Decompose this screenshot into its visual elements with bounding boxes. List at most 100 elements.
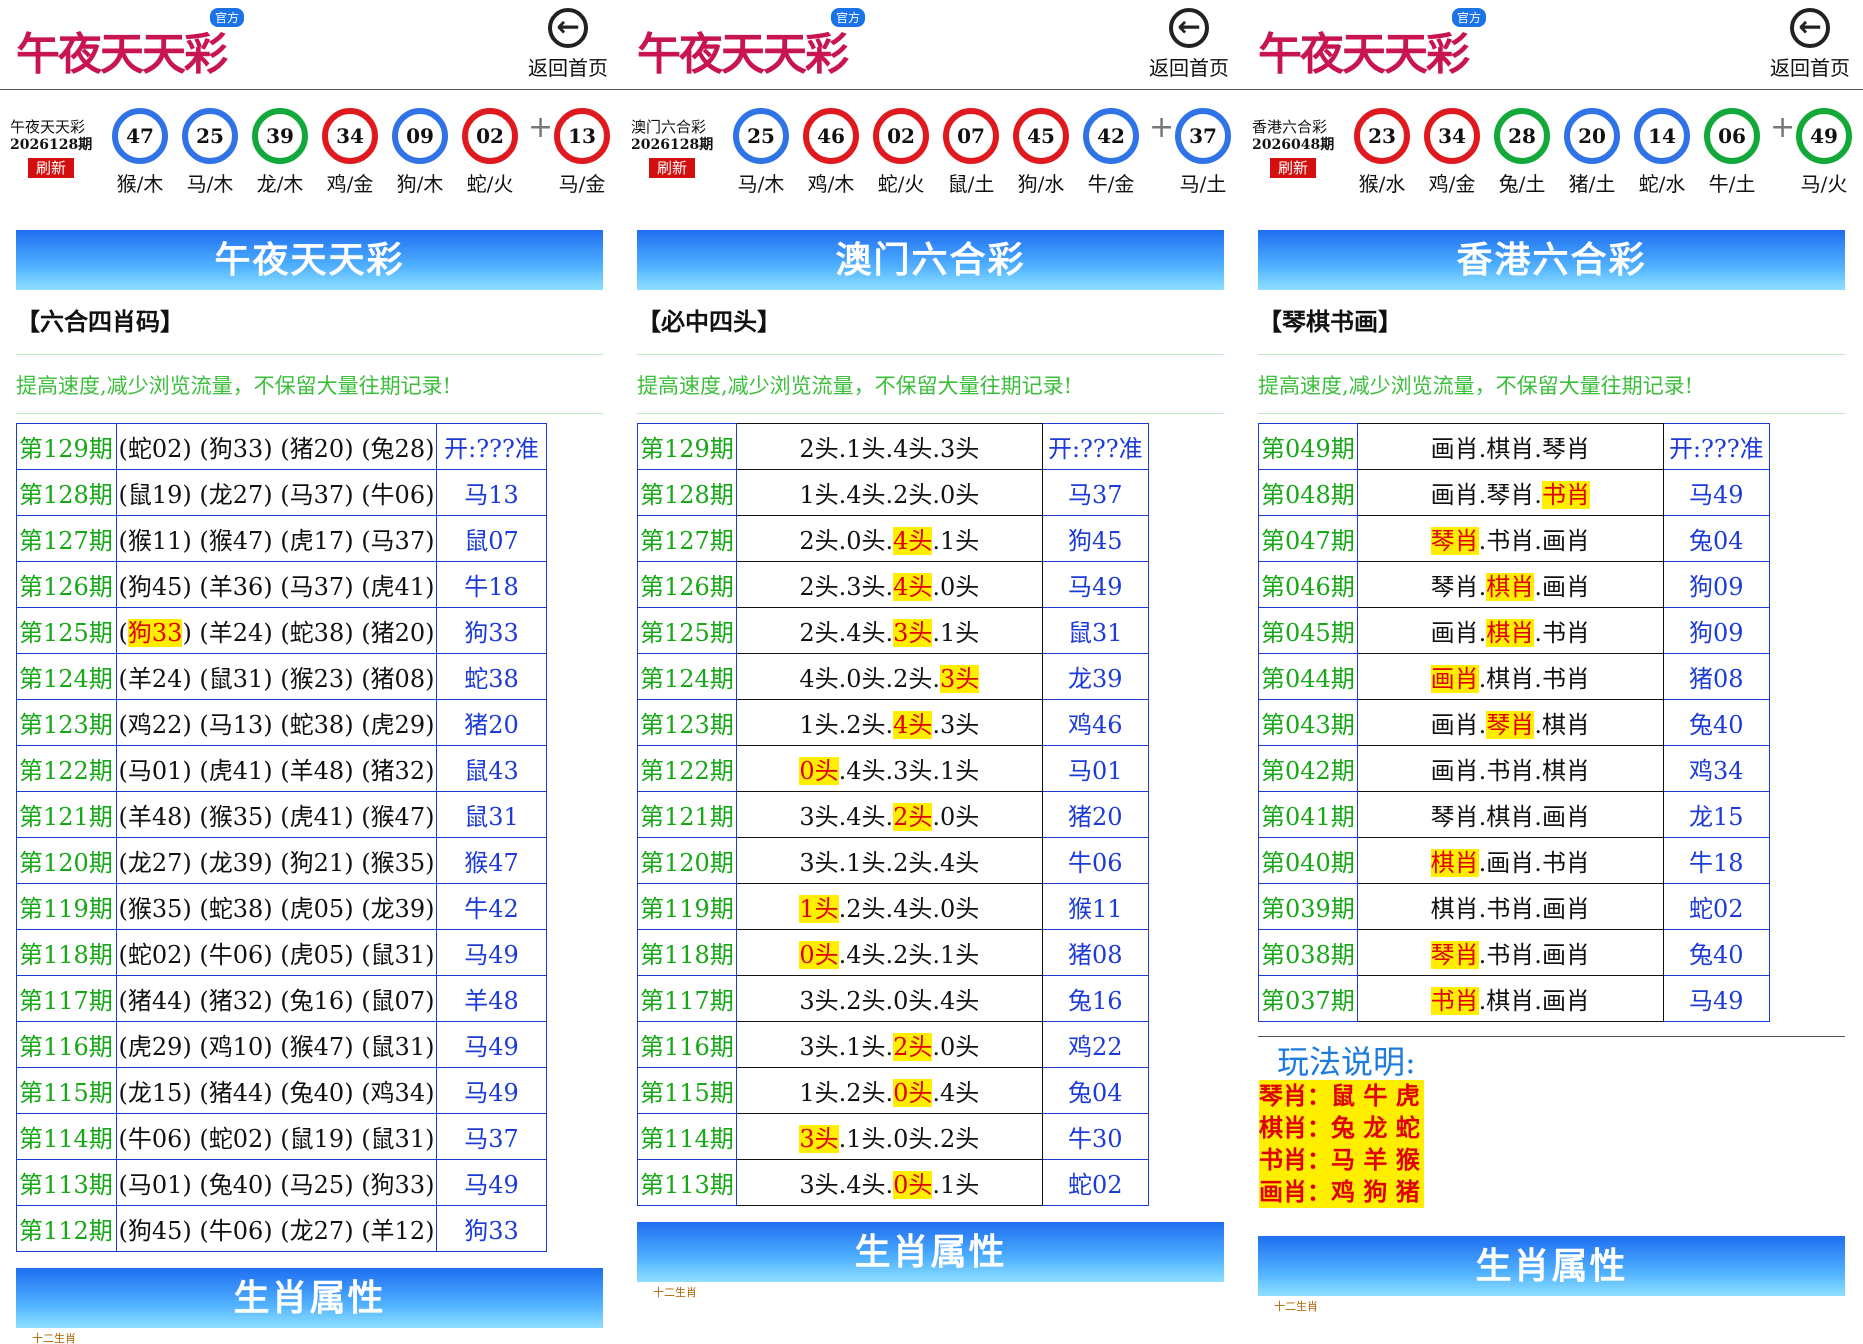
result-cell: 兔04 <box>1662 515 1770 562</box>
pred-part: (猪44) (猪32) (兔16) (鼠07) <box>118 987 435 1015</box>
table-row: 第123期 (鸡22) (马13) (蛇38) (虎29) 猪20 <box>16 699 547 746</box>
period-cell: 第117期 <box>16 975 117 1022</box>
table-row: 第046期 琴肖.棋肖.画肖 狗09 <box>1258 561 1770 608</box>
result-cell: 猪08 <box>1041 929 1149 976</box>
period-cell: 第122期 <box>637 745 737 792</box>
pred-part: 4头. <box>846 619 894 647</box>
table-row: 第113期 3头.4头.0头.1头 蛇02 <box>637 1159 1149 1206</box>
pred-part: 2头. <box>799 619 847 647</box>
pred-part: 4头. <box>846 1171 894 1199</box>
period-cell: 第118期 <box>16 929 117 976</box>
pred-part: .0头 <box>932 573 980 601</box>
section-title: 澳门六合彩 <box>637 230 1224 290</box>
ball-number: 02 <box>873 108 929 164</box>
prediction-cell: 画肖.琴肖.棋肖 <box>1356 699 1664 746</box>
pred-part: 3头 <box>940 435 980 463</box>
lottery-ball: 39 龙/木 <box>252 108 308 197</box>
back-home-button[interactable]: ← 返回首页 <box>1765 8 1855 81</box>
prediction-cell: 3头.4头.2头.0头 <box>735 791 1043 838</box>
pred-part: (虎29) (鸡10) (猴47) (鼠31) <box>118 1033 435 1061</box>
hit-highlight: 棋肖 <box>1486 619 1535 647</box>
result-cell: 猴47 <box>436 837 547 884</box>
ball-zodiac: 鼠/土 <box>947 172 995 196</box>
prediction-table: 第129期 2头.1头.4头.3头 开:???准 第128期 1头.4头.2头.0头 马3… <box>637 423 1149 1206</box>
ball-number: 20 <box>1564 108 1620 164</box>
ball-zodiac: 龙/木 <box>256 172 304 196</box>
ball-number: 28 <box>1494 108 1550 164</box>
period-cell: 第115期 <box>637 1067 737 1114</box>
pred-part: 琴肖. <box>1486 481 1542 509</box>
lottery-ball: 28 兔/土 <box>1494 108 1550 197</box>
ball-number: 23 <box>1354 108 1410 164</box>
prediction-cell: 1头.2头.0头.4头 <box>735 1067 1043 1114</box>
period-cell: 第047期 <box>1258 515 1358 562</box>
table-row: 第125期 (狗33) (羊24) (蛇38) (猪20) 狗33 <box>16 607 547 654</box>
divider <box>16 354 603 355</box>
ball-number: 13 <box>554 108 610 164</box>
logo[interactable]: 午夜天天彩 <box>16 18 228 82</box>
result-cell: 开:???准 <box>436 423 547 470</box>
ball-zodiac: 马/金 <box>558 172 606 196</box>
table-row: 第039期 棋肖.书肖.画肖 蛇02 <box>1258 883 1770 930</box>
pred-part: 2头. <box>846 1079 894 1107</box>
prediction-cell: (猴11) (猴47) (虎17) (马37) <box>116 515 437 562</box>
pred-part: (龙27) (龙39) (狗21) (猴35) <box>118 849 435 877</box>
refresh-button[interactable]: 刷新 <box>28 158 75 178</box>
ball-zodiac: 猪/土 <box>1568 172 1616 196</box>
hit-highlight: 3头 <box>799 1125 839 1153</box>
pred-part: .书肖. <box>1478 941 1542 969</box>
pred-part: 画肖 <box>1541 803 1590 831</box>
result-cell: 马49 <box>436 1067 547 1114</box>
logo[interactable]: 午夜天天彩 <box>637 18 849 82</box>
table-row: 第112期 (狗45) (牛06) (龙27) (羊12) 狗33 <box>16 1205 547 1252</box>
result-cell: 猪20 <box>436 699 547 746</box>
period-cell: 第049期 <box>1258 423 1358 470</box>
pred-part: (马01) (兔40) (马25) (狗33) <box>118 1171 435 1199</box>
pred-part: 2头. <box>799 573 847 601</box>
prediction-cell: (猪44) (猪32) (兔16) (鼠07) <box>116 975 437 1022</box>
refresh-button[interactable]: 刷新 <box>649 158 696 178</box>
period-cell: 第042期 <box>1258 745 1358 792</box>
ball-number: 45 <box>1013 108 1069 164</box>
period-cell: 第129期 <box>637 423 737 470</box>
rule-item: 棋肖：兔 龙 蛇 <box>1259 1112 1424 1144</box>
table-row: 第129期 2头.1头.4头.3头 开:???准 <box>637 423 1149 470</box>
lottery-ball: 07 鼠/土 <box>943 108 999 197</box>
result-cell: 狗33 <box>436 1205 547 1252</box>
period-cell: 第040期 <box>1258 837 1358 884</box>
pred-part: 画肖. <box>1430 757 1487 785</box>
refresh-button[interactable]: 刷新 <box>1270 158 1317 178</box>
period-cell: 第113期 <box>16 1159 117 1206</box>
table-row: 第126期 (狗45) (羊36) (马37) (虎41) 牛18 <box>16 561 547 608</box>
plus-icon: + <box>528 110 554 145</box>
pred-part: 0头 <box>940 895 980 923</box>
back-home-button[interactable]: ← 返回首页 <box>1144 8 1234 81</box>
ball-number: 42 <box>1083 108 1139 164</box>
prediction-cell: (虎29) (鸡10) (猴47) (鼠31) <box>116 1021 437 1068</box>
pred-part: 0头 <box>940 481 980 509</box>
notice: 提高速度,减少浏览流量，不保留大量往期记录! <box>637 374 1073 398</box>
official-badge: 官方 <box>210 8 245 27</box>
table-row: 第122期 0头.4头.3头.1头 马01 <box>637 745 1149 792</box>
ball-number: 47 <box>112 108 168 164</box>
lottery-ball: 37 马/土 <box>1175 108 1231 197</box>
lottery-ball: 42 牛/金 <box>1083 108 1139 197</box>
pred-part: 2头. <box>893 941 941 969</box>
rule-item: 琴肖：鼠 牛 虎 <box>1259 1080 1424 1112</box>
table-row: 第038期 琴肖.书肖.画肖 兔40 <box>1258 929 1770 976</box>
pred-part: (猴35) (蛇38) (虎05) (龙39) <box>118 895 435 923</box>
table-row: 第114期 3头.1头.0头.2头 牛30 <box>637 1113 1149 1160</box>
result-cell: 狗09 <box>1662 607 1770 654</box>
ball-zodiac: 狗/木 <box>396 172 444 196</box>
table-row: 第040期 棋肖.画肖.书肖 牛18 <box>1258 837 1770 884</box>
prediction-cell: (鸡22) (马13) (蛇38) (虎29) <box>116 699 437 746</box>
table-row: 第118期 (蛇02) (牛06) (虎05) (鼠31) 马49 <box>16 929 547 976</box>
back-home-button[interactable]: ← 返回首页 <box>523 8 613 81</box>
logo[interactable]: 午夜天天彩 <box>1258 18 1470 82</box>
table-row: 第124期 (羊24) (鼠31) (猴23) (猪08) 蛇38 <box>16 653 547 700</box>
pred-part: 0头. <box>846 527 894 555</box>
lottery-ball: 23 猴/水 <box>1354 108 1410 197</box>
prediction-cell: (龙27) (龙39) (狗21) (猴35) <box>116 837 437 884</box>
pred-part: 3头. <box>799 1171 847 1199</box>
prediction-cell: 棋肖.画肖.书肖 <box>1356 837 1664 884</box>
